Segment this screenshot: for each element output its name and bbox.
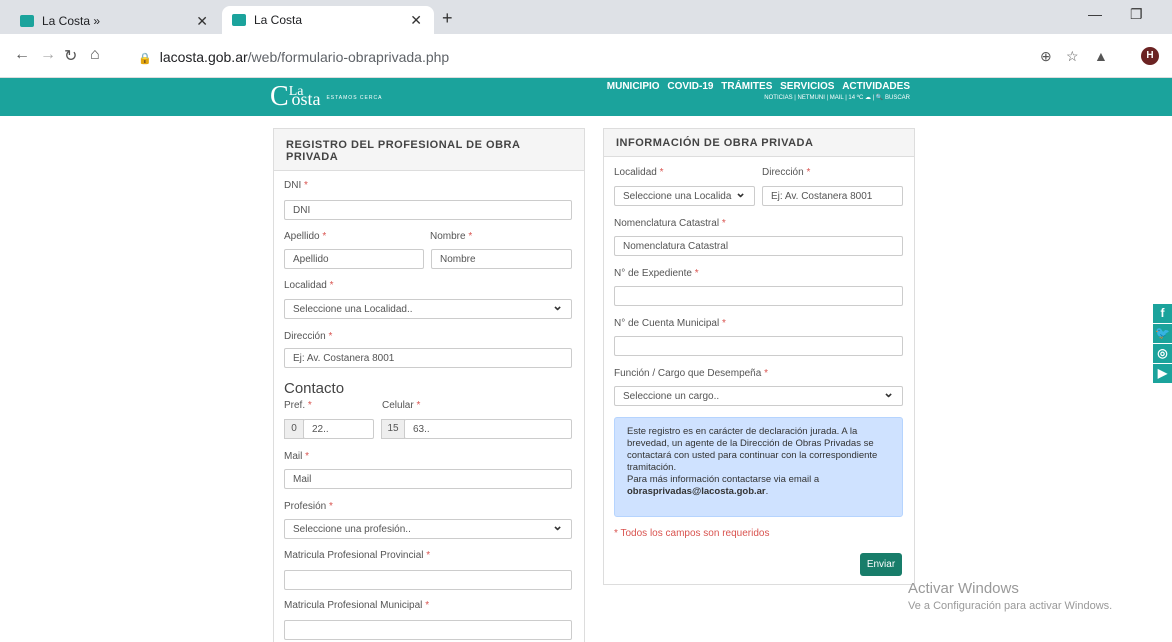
nav-covid[interactable]: COVID-19 bbox=[667, 81, 713, 92]
dni-input[interactable]: DNI bbox=[284, 200, 572, 220]
browser-toolbar: ← → ↻ ⌂ 🔒 lacosta.gob.ar/web/formulario-o… bbox=[0, 34, 1172, 78]
browser-tab-2[interactable]: La Costa ✕ bbox=[222, 6, 434, 34]
restore-icon[interactable]: ❐ bbox=[1130, 6, 1143, 23]
profesion-select[interactable]: Seleccione una profesión.. bbox=[284, 518, 572, 539]
url-host: lacosta.gob.ar bbox=[159, 49, 248, 65]
mat-prov-input[interactable] bbox=[284, 570, 572, 590]
bookmark-star-icon[interactable]: ☆ bbox=[1066, 48, 1079, 65]
browser-tabstrip: La Costa » ✕ La Costa ✕ + — ❐ bbox=[0, 0, 1172, 34]
site-favicon-icon bbox=[20, 15, 34, 27]
panel-title: REGISTRO DEL PROFESIONAL DE OBRA PRIVADA bbox=[274, 129, 584, 171]
required-note: * Todos los campos son requeridos bbox=[614, 528, 770, 539]
panel-title: INFORMACIÓN DE OBRA PRIVADA bbox=[604, 129, 914, 157]
url-path: /web/formulario-obraprivada.php bbox=[247, 49, 450, 65]
logo-letter: C bbox=[270, 81, 289, 112]
nombre-label: Nombre * bbox=[430, 231, 473, 242]
new-tab-icon[interactable]: + bbox=[442, 8, 453, 29]
contacto-heading: Contacto bbox=[284, 380, 345, 397]
localidad-select[interactable]: Seleccione una Localidad.. bbox=[284, 298, 572, 319]
obra-localidad-select[interactable]: Seleccione una Localida bbox=[614, 185, 755, 206]
mail-input[interactable]: Mail bbox=[284, 469, 572, 489]
site-header: CLaosta ESTAMOS CERCA MUNICIPIO COVID-19 … bbox=[0, 78, 1172, 116]
direccion-label: Dirección * bbox=[284, 331, 333, 342]
apellido-label: Apellido * bbox=[284, 231, 327, 242]
profesion-label: Profesión * bbox=[284, 501, 333, 512]
alert-text: Este registro es en carácter de declarac… bbox=[627, 426, 878, 473]
expediente-input[interactable] bbox=[614, 286, 903, 306]
nombre-input[interactable]: Nombre bbox=[431, 249, 572, 269]
zoom-icon[interactable]: ⊕ bbox=[1040, 48, 1052, 65]
submit-button[interactable]: Enviar bbox=[860, 553, 902, 576]
profile-avatar[interactable]: H bbox=[1141, 47, 1159, 65]
pref-input[interactable]: 22.. bbox=[303, 419, 374, 439]
logo-small: La bbox=[288, 84, 304, 99]
pref-label: Pref. * bbox=[284, 400, 312, 411]
main-nav: MUNICIPIO COVID-19 TRÁMITES SERVICIOS AC… bbox=[602, 81, 910, 101]
funcion-select[interactable]: Seleccione un cargo.. bbox=[614, 385, 903, 406]
mat-mun-input[interactable] bbox=[284, 620, 572, 640]
apellido-input[interactable]: Apellido bbox=[284, 249, 424, 269]
obra-direccion-label: Dirección * bbox=[762, 167, 811, 178]
obra-localidad-label: Localidad * bbox=[614, 167, 664, 178]
direccion-input[interactable]: Ej: Av. Costanera 8001 bbox=[284, 348, 572, 368]
cuenta-input[interactable] bbox=[614, 336, 903, 356]
nav-tramites[interactable]: TRÁMITES bbox=[721, 81, 772, 92]
address-bar[interactable]: 🔒 lacosta.gob.ar/web/formulario-obrapriva… bbox=[138, 49, 449, 65]
info-alert: Este registro es en carácter de declarac… bbox=[614, 417, 903, 517]
localidad-label: Localidad * bbox=[284, 280, 334, 291]
site-logo[interactable]: CLaosta ESTAMOS CERCA bbox=[270, 81, 383, 117]
nav-servicios[interactable]: SERVICIOS bbox=[780, 81, 834, 92]
forward-icon[interactable]: → bbox=[40, 46, 56, 64]
pref-addon: 0 bbox=[284, 419, 304, 439]
activation-watermark-text: Ve a Configuración para activar Windows. bbox=[908, 600, 1113, 612]
minimize-icon[interactable]: — bbox=[1088, 6, 1102, 22]
close-tab-icon[interactable]: ✕ bbox=[410, 12, 422, 29]
dni-label: DNI * bbox=[284, 180, 308, 191]
facebook-icon[interactable]: f bbox=[1153, 304, 1172, 323]
back-icon[interactable]: ← bbox=[14, 46, 30, 64]
twitter-icon[interactable]: 🐦 bbox=[1153, 324, 1172, 343]
celular-input[interactable]: 63.. bbox=[404, 419, 572, 439]
nomenclatura-label: Nomenclatura Catastral * bbox=[614, 218, 726, 229]
lock-icon: 🔒 bbox=[138, 53, 152, 65]
browser-tab-1[interactable]: La Costa » ✕ bbox=[20, 8, 220, 34]
nomenclatura-input[interactable]: Nomenclatura Catastral bbox=[614, 236, 903, 256]
site-favicon-icon bbox=[232, 14, 246, 26]
instagram-icon[interactable]: ◎ bbox=[1153, 344, 1172, 363]
sub-nav[interactable]: NOTICIAS | NETMUNI | MAIL | 14 ºC ☁ | 🔍 … bbox=[602, 94, 910, 101]
nav-actividades[interactable]: ACTIVIDADES bbox=[842, 81, 910, 92]
mail-label: Mail * bbox=[284, 451, 310, 462]
tab-title: La Costa » bbox=[42, 14, 101, 28]
activation-watermark-title: Activar Windows bbox=[908, 580, 1019, 597]
mat-mun-label: Matricula Profesional Municipal * bbox=[284, 600, 430, 611]
logo-tagline: ESTAMOS CERCA bbox=[326, 95, 383, 101]
celular-addon: 15 bbox=[381, 419, 405, 439]
tab-title: La Costa bbox=[254, 13, 303, 27]
extension-icon[interactable]: ▲ bbox=[1094, 48, 1108, 64]
reload-icon[interactable]: ↻ bbox=[64, 46, 77, 66]
alert-email[interactable]: obrasprivadas@lacosta.gob.ar bbox=[627, 486, 766, 497]
mat-prov-label: Matricula Profesional Provincial * bbox=[284, 550, 431, 561]
cuenta-label: N° de Cuenta Municipal * bbox=[614, 318, 726, 329]
obra-direccion-input[interactable]: Ej: Av. Costanera 8001 bbox=[762, 186, 903, 206]
funcion-label: Función / Cargo que Desempeña * bbox=[614, 368, 768, 379]
alert-more: Para más información contactarse via ema… bbox=[627, 474, 820, 485]
youtube-icon[interactable]: ▶ bbox=[1153, 364, 1172, 383]
celular-label: Celular * bbox=[382, 400, 421, 411]
close-tab-icon[interactable]: ✕ bbox=[196, 13, 208, 30]
nav-municipio[interactable]: MUNICIPIO bbox=[607, 81, 660, 92]
expediente-label: N° de Expediente * bbox=[614, 268, 699, 279]
home-icon[interactable]: ⌂ bbox=[90, 46, 100, 64]
